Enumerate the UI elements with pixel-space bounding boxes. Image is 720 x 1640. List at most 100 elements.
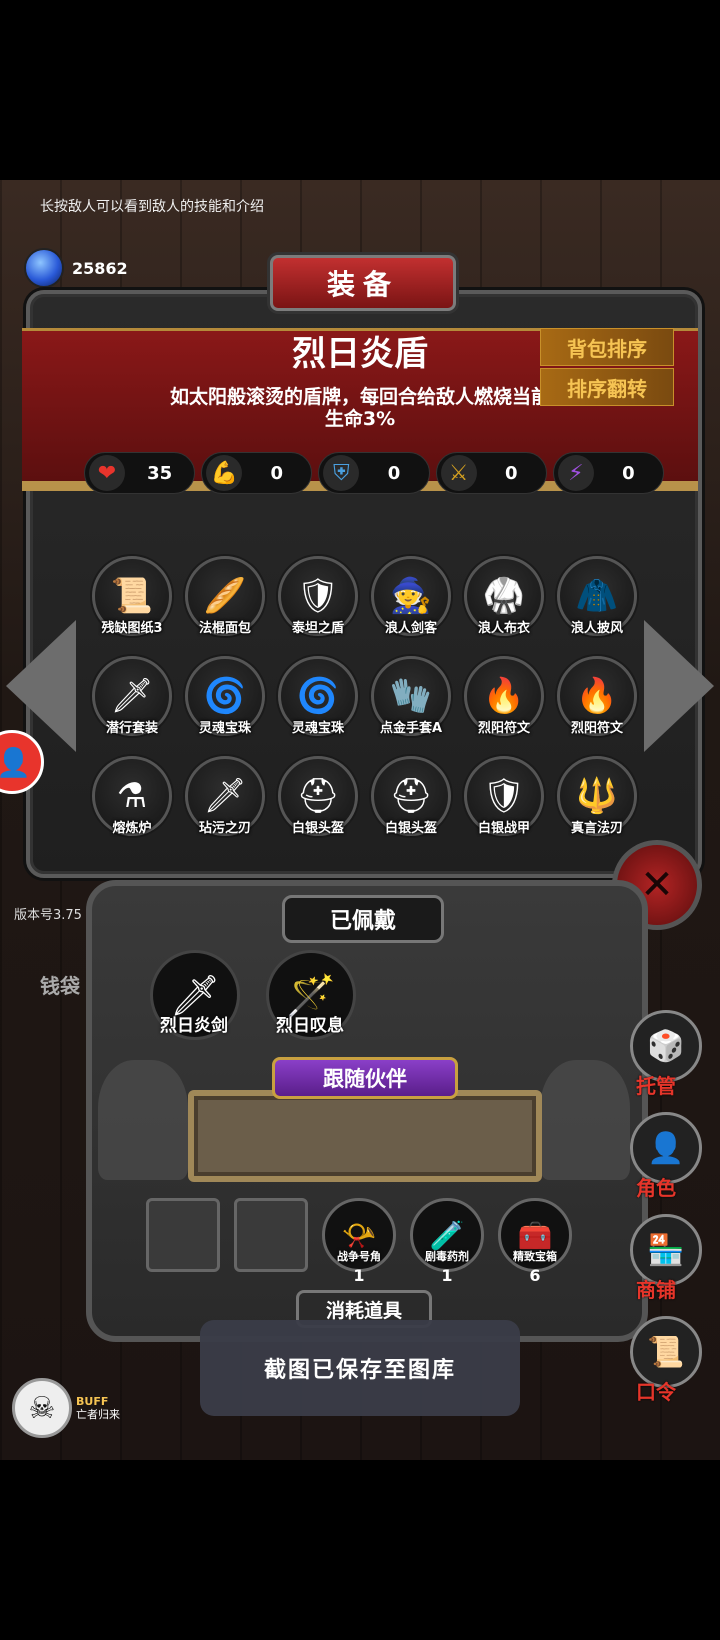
inventory-item[interactable]: 🗡 潜行套装 [92,656,172,736]
item-label: 白银头盔 [291,821,344,836]
inventory-item[interactable]: 🧙 浪人剑客 [371,556,451,636]
menu-password[interactable]: 📜 口令 [624,1316,708,1418]
inventory-item[interactable]: ⛑ 白银头盔 [371,756,451,836]
inventory-item[interactable]: 🔥 烈阳符文 [464,656,544,736]
hint-text: 长按敌人可以看到敌人的技能和介绍 [40,199,264,215]
item-label: 点金手套A [379,721,443,736]
sword-icon: ⚔ [440,455,477,491]
item-label: 灵魂宝珠 [291,721,344,736]
consumable-count: 1 [353,1266,365,1285]
stat-health: ❤ 35 [84,452,196,494]
menu-label: 口令 [636,1380,676,1404]
companion-title: 跟随伙伴 [272,1057,458,1099]
stat-value: 0 [270,462,284,484]
inventory-item[interactable]: 🛡 白银战甲 [464,756,544,836]
item-label: 玷污之刃 [198,821,251,836]
stat-value: 0 [387,462,401,484]
inventory-item[interactable]: 🥋 浪人布衣 [464,556,544,636]
item-label: 熔炼炉 [112,821,152,836]
consumables-row: 📯 战争号角 1 🧪 剧毒药剂 1 🧰 精致宝箱 6 [146,1198,572,1285]
dragon-statue-right [540,1060,630,1180]
inventory-item[interactable]: 🧥 浪人披风 [557,556,637,636]
inventory-grid: 📜 残缺图纸3 🥖 法棍面包 🛡 泰坦之盾 🧙 浪人剑客 🥋 浪人布衣 🧥 浪人披风 🗡 潜行… [92,556,644,836]
menu-label: 托管 [636,1074,676,1098]
item-label: 烈阳符文 [477,721,530,736]
item-label: 法棍面包 [198,621,251,636]
inventory-item[interactable]: ⚗ 熔炼炉 [92,756,172,836]
dragon-statue-left [98,1060,188,1180]
stat-magic: ⚡ 0 [552,452,665,494]
consumable-slot[interactable]: 🧪 剧毒药剂 1 [410,1198,484,1285]
item-label: 浪人披风 [570,621,623,636]
companion-slot[interactable] [188,1090,542,1182]
inventory-item[interactable]: 🔥 烈阳符文 [557,656,637,736]
strength-icon: 💪 [206,455,243,491]
currency-value: 25862 [72,258,128,278]
consumable-label: 战争号角 [337,1250,381,1263]
sort-backpack-button[interactable]: 背包排序 [540,328,674,366]
lightning-icon: ⚡ [557,455,594,491]
right-menu: 🎲 托管 👤 角色 🏪 商铺 📜 口令 [624,1010,708,1418]
item-label: 浪人剑客 [384,621,437,636]
consumable-label: 剧毒药剂 [425,1250,469,1263]
equipped-items: 🗡 烈日炎剑 🪄 烈日叹息 [150,950,356,1040]
user-icon: 👤 [0,745,31,779]
stat-attack: ⚔ 0 [435,452,547,494]
inventory-item[interactable]: 🛡 泰坦之盾 [278,556,358,636]
gem-icon [24,248,64,288]
armor-icon: ⛨ [323,455,360,491]
equipped-label: 烈日叹息 [276,1016,344,1036]
inventory-item[interactable]: 📜 残缺图纸3 [92,556,172,636]
consumable-label: 精致宝箱 [513,1250,557,1263]
inventory-item[interactable]: ⛑ 白银头盔 [278,756,358,836]
item-label: 残缺图纸3 [101,621,163,636]
toast-message: 截图已保存至图库 [200,1320,520,1416]
consumable-slot[interactable]: 📯 战争号角 1 [322,1198,396,1285]
inventory-item[interactable]: 🔱 真言法刃 [557,756,637,836]
buff-text: 亡者归来 [76,1408,120,1421]
equipped-title: 已佩戴 [282,895,444,943]
item-label: 灵魂宝珠 [198,721,251,736]
currency-display: 25862 [24,248,128,288]
menu-character[interactable]: 👤 角色 [624,1112,708,1214]
menu-auto[interactable]: 🎲 托管 [624,1010,708,1112]
inventory-item[interactable]: 🌀 灵魂宝珠 [278,656,358,736]
empty-slot [234,1198,308,1272]
inventory-item[interactable]: 🗡 玷污之刃 [185,756,265,836]
item-label: 真言法刃 [570,821,623,836]
version-label: 版本号3.75 [14,908,82,923]
item-description: 如太阳般滚烫的盾牌，每回合给敌人燃烧当前生命3% [170,386,551,430]
item-label: 浪人布衣 [477,621,530,636]
item-label: 白银战甲 [477,821,530,836]
equipped-item[interactable]: 🪄 烈日叹息 [266,950,356,1040]
item-label: 泰坦之盾 [291,621,344,636]
item-label: 潜行套装 [105,721,158,736]
item-label: 烈阳符文 [570,721,623,736]
inventory-item[interactable]: 🌀 灵魂宝珠 [185,656,265,736]
consumable-slot[interactable]: 🧰 精致宝箱 6 [498,1198,572,1285]
wallet-label: 钱袋 [40,974,80,998]
equipped-label: 烈日炎剑 [160,1016,228,1036]
consumable-count: 6 [529,1266,541,1285]
next-page-arrow[interactable] [644,620,714,752]
inventory-item[interactable]: 🧤 点金手套A [371,656,451,736]
item-label: 白银头盔 [384,821,437,836]
skull-icon: ☠ [12,1378,72,1438]
buff-indicator[interactable]: ☠ BUFF 亡者归来 [12,1378,120,1438]
stat-strength: 💪 0 [201,452,313,494]
stat-value: 0 [622,462,635,484]
consumable-slot[interactable] [234,1198,308,1282]
consumable-slot[interactable] [146,1198,220,1282]
menu-label: 角色 [636,1176,676,1200]
menu-label: 商铺 [636,1278,676,1302]
inventory-item[interactable]: 🥖 法棍面包 [185,556,265,636]
menu-shop[interactable]: 🏪 商铺 [624,1214,708,1316]
empty-slot [146,1198,220,1272]
stats-bar: ❤ 35 💪 0 ⛨ 0 ⚔ 0 ⚡ 0 [84,452,665,494]
equipped-item[interactable]: 🗡 烈日炎剑 [150,950,240,1040]
consumable-count: 1 [441,1266,453,1285]
panel-title: 装备 [270,255,456,311]
reverse-sort-button[interactable]: 排序翻转 [540,368,674,406]
heart-icon: ❤ [89,455,125,491]
stat-value: 0 [504,462,518,484]
